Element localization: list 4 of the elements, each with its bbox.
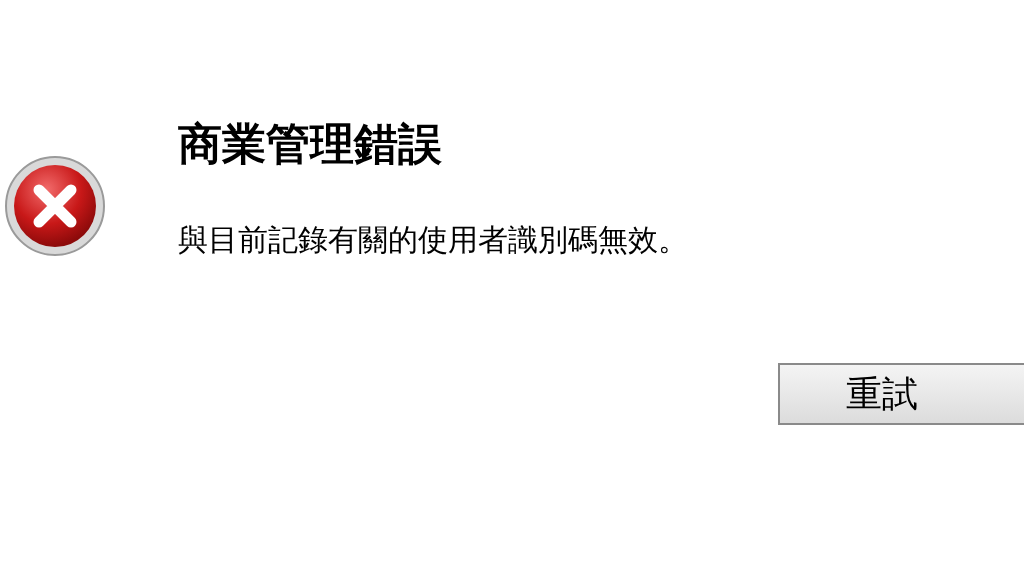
- retry-button[interactable]: 重試: [778, 363, 1024, 425]
- error-message: 與目前記錄有關的使用者識別碼無效。: [178, 222, 688, 258]
- error-icon: [4, 155, 106, 257]
- dialog-title: 商業管理錯誤: [178, 118, 443, 170]
